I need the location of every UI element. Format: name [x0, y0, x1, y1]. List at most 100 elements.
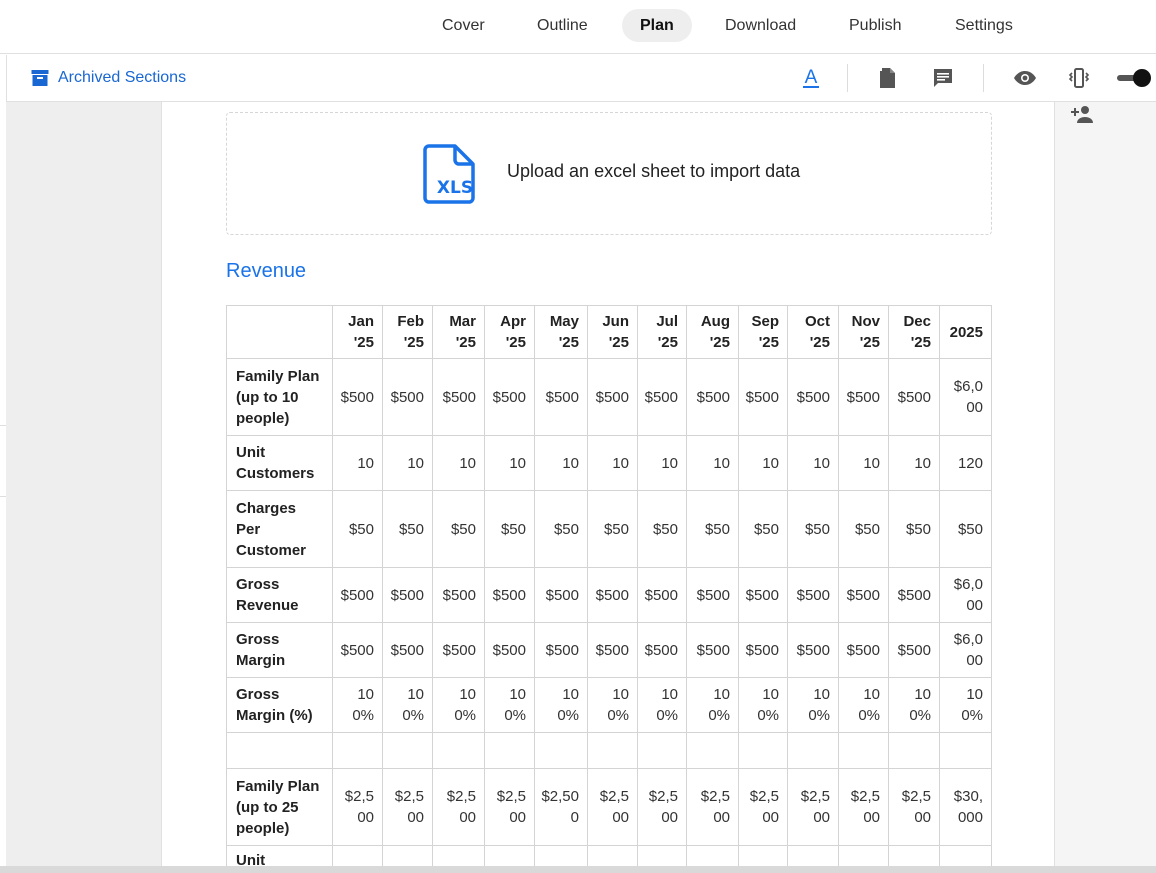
table-cell[interactable]: 10: [332, 435, 383, 491]
table-cell[interactable]: 100%: [838, 677, 889, 733]
add-person-icon[interactable]: [1070, 102, 1094, 126]
table-cell[interactable]: $500: [587, 622, 638, 678]
table-cell[interactable]: $30,000: [939, 768, 992, 846]
table-cell[interactable]: $50: [382, 490, 433, 568]
table-cell[interactable]: [587, 732, 638, 769]
table-cell[interactable]: $500: [534, 358, 588, 436]
table-cell[interactable]: [787, 845, 839, 868]
table-cell[interactable]: $500: [686, 358, 739, 436]
table-cell[interactable]: 120: [939, 435, 992, 491]
tab-download[interactable]: Download: [707, 9, 814, 42]
table-cell[interactable]: $500: [484, 622, 535, 678]
table-cell[interactable]: 10: [888, 435, 940, 491]
eye-icon[interactable]: [1013, 66, 1037, 90]
table-cell[interactable]: $2,500: [332, 768, 383, 846]
table-cell[interactable]: $50: [534, 490, 588, 568]
table-cell[interactable]: [637, 845, 687, 868]
upload-excel-dropzone[interactable]: XLS Upload an excel sheet to import data: [226, 112, 992, 235]
table-cell[interactable]: 100%: [332, 677, 383, 733]
table-cell[interactable]: $50: [484, 490, 535, 568]
table-cell[interactable]: $500: [382, 567, 433, 623]
table-cell[interactable]: 100%: [738, 677, 788, 733]
vibrate-icon[interactable]: [1067, 66, 1091, 90]
table-cell[interactable]: $50: [738, 490, 788, 568]
table-cell[interactable]: [738, 845, 788, 868]
table-cell[interactable]: 10: [738, 435, 788, 491]
table-cell[interactable]: $2,500: [787, 768, 839, 846]
table-cell[interactable]: $500: [686, 567, 739, 623]
table-cell[interactable]: $500: [534, 567, 588, 623]
table-cell[interactable]: 100%: [382, 677, 433, 733]
table-cell[interactable]: $2,500: [587, 768, 638, 846]
table-cell[interactable]: 10: [787, 435, 839, 491]
table-cell[interactable]: $500: [332, 567, 383, 623]
table-cell[interactable]: $500: [838, 622, 889, 678]
table-cell[interactable]: [332, 732, 383, 769]
table-cell[interactable]: [534, 732, 588, 769]
tab-outline[interactable]: Outline: [519, 9, 606, 42]
table-cell[interactable]: 10: [534, 435, 588, 491]
table-cell[interactable]: [939, 845, 992, 868]
table-cell[interactable]: 10: [432, 435, 485, 491]
table-cell[interactable]: 10: [686, 435, 739, 491]
document-icon[interactable]: [876, 66, 900, 90]
table-cell[interactable]: $2,500: [382, 768, 433, 846]
table-cell[interactable]: $50: [686, 490, 739, 568]
table-cell[interactable]: [939, 732, 992, 769]
table-cell[interactable]: $50: [587, 490, 638, 568]
table-cell[interactable]: $50: [637, 490, 687, 568]
table-cell[interactable]: [484, 845, 535, 868]
table-cell[interactable]: 100%: [888, 677, 940, 733]
table-cell[interactable]: $500: [432, 358, 485, 436]
table-cell[interactable]: 100%: [686, 677, 739, 733]
table-cell[interactable]: [686, 732, 739, 769]
table-cell[interactable]: $50: [939, 490, 992, 568]
table-cell[interactable]: $500: [787, 567, 839, 623]
table-cell[interactable]: $500: [888, 622, 940, 678]
table-cell[interactable]: $500: [432, 567, 485, 623]
tab-plan[interactable]: Plan: [622, 9, 692, 42]
table-cell[interactable]: [484, 732, 535, 769]
table-cell[interactable]: 10: [484, 435, 535, 491]
table-cell[interactable]: 100%: [484, 677, 535, 733]
table-cell[interactable]: [432, 845, 485, 868]
table-cell[interactable]: [382, 845, 433, 868]
table-cell[interactable]: $500: [738, 358, 788, 436]
table-cell[interactable]: [787, 732, 839, 769]
table-cell[interactable]: 100%: [787, 677, 839, 733]
table-cell[interactable]: $500: [587, 358, 638, 436]
archived-sections-button[interactable]: Archived Sections: [31, 66, 186, 90]
table-cell[interactable]: $2,500: [484, 768, 535, 846]
table-cell[interactable]: $50: [332, 490, 383, 568]
table-cell[interactable]: $50: [432, 490, 485, 568]
table-cell[interactable]: $2,500: [637, 768, 687, 846]
table-cell[interactable]: $500: [787, 622, 839, 678]
table-cell[interactable]: $500: [888, 358, 940, 436]
table-cell[interactable]: $500: [587, 567, 638, 623]
table-cell[interactable]: 100%: [534, 677, 588, 733]
table-cell[interactable]: $500: [888, 567, 940, 623]
table-cell[interactable]: $500: [637, 567, 687, 623]
table-cell[interactable]: $500: [332, 358, 383, 436]
table-cell[interactable]: 100%: [637, 677, 687, 733]
comment-icon[interactable]: [931, 66, 955, 90]
table-cell[interactable]: $500: [738, 567, 788, 623]
horizontal-scrollbar[interactable]: [0, 866, 1156, 873]
table-cell[interactable]: $2,500: [738, 768, 788, 846]
table-cell[interactable]: $500: [787, 358, 839, 436]
table-cell[interactable]: [888, 845, 940, 868]
table-cell[interactable]: $500: [382, 358, 433, 436]
table-cell[interactable]: $500: [738, 622, 788, 678]
table-cell[interactable]: 10: [838, 435, 889, 491]
table-cell[interactable]: $500: [432, 622, 485, 678]
table-cell[interactable]: 10: [587, 435, 638, 491]
tab-settings[interactable]: Settings: [937, 9, 1031, 42]
table-cell[interactable]: $2,500: [432, 768, 485, 846]
table-cell[interactable]: 100%: [939, 677, 992, 733]
table-cell[interactable]: [738, 732, 788, 769]
tab-cover[interactable]: Cover: [424, 9, 503, 42]
table-cell[interactable]: $500: [686, 622, 739, 678]
table-cell[interactable]: $2,500: [888, 768, 940, 846]
tab-publish[interactable]: Publish: [831, 9, 919, 42]
table-cell[interactable]: $2,500: [534, 768, 588, 846]
